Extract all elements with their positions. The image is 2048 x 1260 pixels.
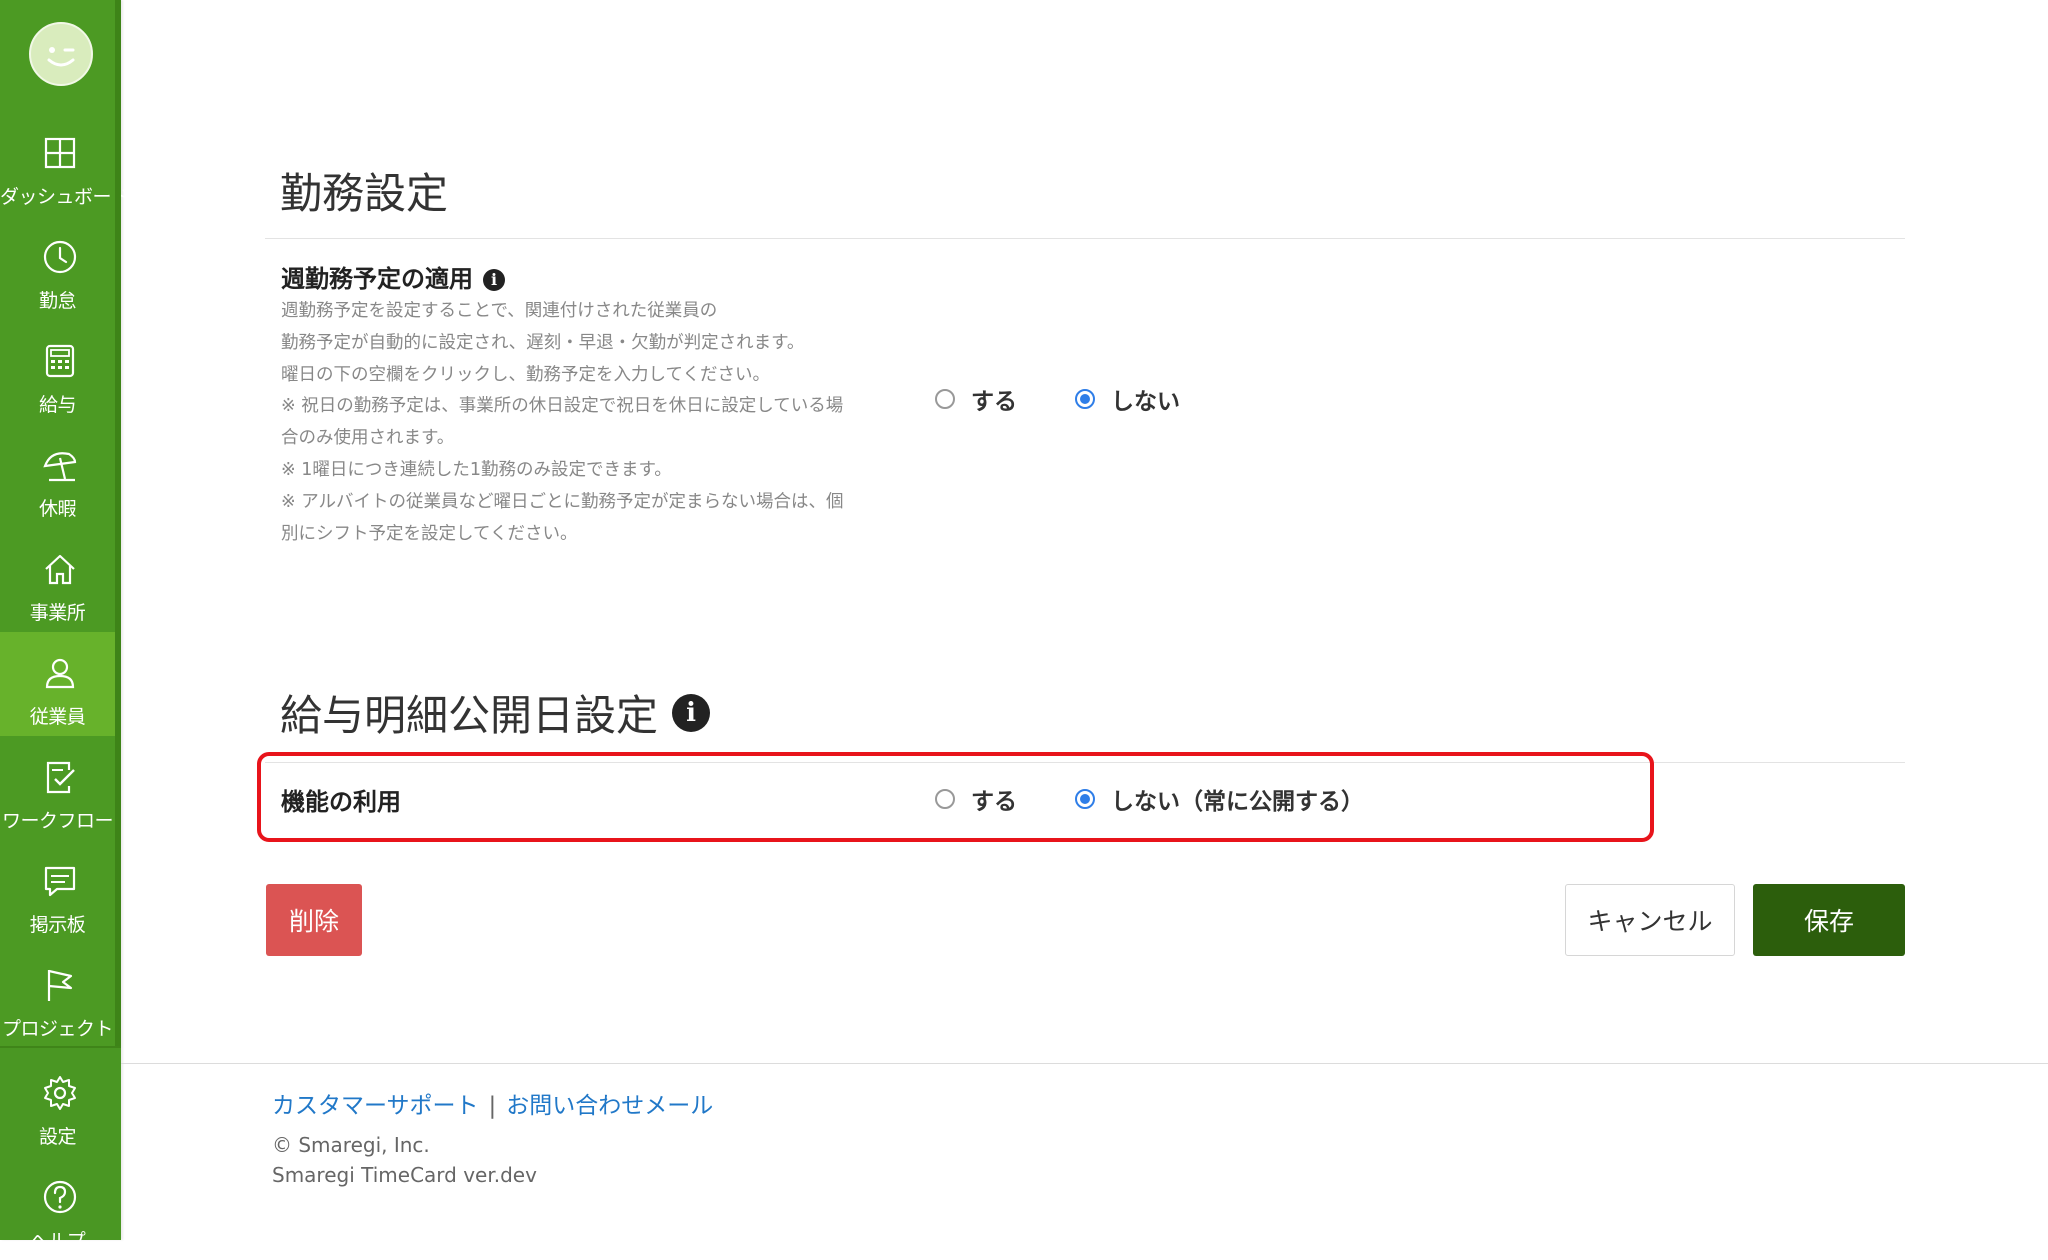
work-settings-title: 勤務設定 bbox=[280, 169, 449, 218]
main-content: 勤務設定 週勤務予定の適用 i 週勤務予定を設定することで、関連付けされた従業員の… bbox=[121, 0, 2048, 1240]
delete-button[interactable]: 削除 bbox=[266, 884, 362, 956]
sidebar-item-label: ダッシュボード bbox=[0, 186, 130, 208]
save-button[interactable]: 保存 bbox=[1753, 884, 1905, 956]
sidebar-item-office[interactable]: 事業所 bbox=[0, 528, 115, 632]
description-line: ※ 祝日の勤務予定は、事業所の休日設定で祝日を休日に設定している場 bbox=[281, 396, 844, 417]
description-line: 別にシフト予定を設定してください。 bbox=[281, 523, 578, 544]
feature-use-no-radio[interactable] bbox=[1075, 789, 1095, 809]
sidebar-item-project[interactable]: プロジェクト bbox=[0, 944, 115, 1048]
weekly-schedule-label: 週勤務予定の適用 i bbox=[281, 259, 505, 294]
copyright-text: © Smaregi, Inc. bbox=[272, 1133, 430, 1157]
sidebar-item-label: プロジェクト bbox=[1, 1018, 114, 1040]
customer-support-link[interactable]: カスタマーサポート bbox=[272, 1093, 479, 1119]
feature-use-yes-label[interactable]: する bbox=[971, 782, 1017, 816]
sidebar-item-settings[interactable]: 設定 bbox=[0, 1052, 115, 1156]
grid-icon bbox=[44, 137, 76, 169]
sidebar-item-label: 休暇 bbox=[38, 498, 77, 520]
feature-use-label: 機能の利用 bbox=[281, 788, 401, 816]
description-line: ※ アルバイトの従業員など曜日ごとに勤務予定が定まらない場合は、個 bbox=[281, 491, 844, 512]
info-icon[interactable]: i bbox=[483, 269, 505, 291]
flag-icon bbox=[47, 969, 73, 1001]
sidebar-item-attendance[interactable]: 勤怠 bbox=[0, 216, 115, 320]
weekly-schedule-no-option[interactable]: しない bbox=[1075, 382, 1180, 416]
weekly-schedule-no-label[interactable]: しない bbox=[1111, 382, 1180, 416]
feature-use-no-option[interactable]: しない（常に公開する） bbox=[1075, 782, 1364, 816]
weekly-schedule-yes-radio[interactable] bbox=[935, 389, 955, 409]
calculator-icon bbox=[45, 344, 75, 378]
sidebar-item-leave[interactable]: 休暇 bbox=[0, 424, 115, 528]
info-icon[interactable]: i bbox=[672, 693, 711, 732]
weekly-schedule-no-radio[interactable] bbox=[1075, 389, 1095, 409]
cancel-button[interactable]: キャンセル bbox=[1565, 884, 1735, 956]
weekly-schedule-yes-option[interactable]: する bbox=[935, 382, 1017, 416]
sidebar-item-employees[interactable]: 従業員 bbox=[0, 632, 115, 736]
section-divider bbox=[265, 238, 1905, 239]
payslip-settings-title-text: 給与明細公開日設定 bbox=[280, 691, 659, 740]
sidebar-item-label: 設定 bbox=[38, 1126, 77, 1148]
sidebar-item-label: 掲示板 bbox=[29, 914, 86, 936]
weekly-schedule-description: 週勤務予定を設定することで、関連付けされた従業員の 勤務予定が自動的に設定され、… bbox=[281, 296, 921, 550]
sidebar-item-workflow[interactable]: ワークフロー bbox=[0, 736, 115, 840]
question-icon bbox=[43, 1180, 77, 1214]
feature-use-yes-radio[interactable] bbox=[935, 789, 955, 809]
description-line: 合のみ使用されます。 bbox=[281, 428, 455, 449]
sidebar-item-dashboard[interactable]: ダッシュボード bbox=[0, 112, 130, 216]
feature-use-yes-option[interactable]: する bbox=[935, 782, 1017, 816]
sidebar-item-help[interactable]: ヘルプ bbox=[0, 1156, 115, 1260]
description-line: ※ 1曜日につき連続した1勤務のみ設定できます。 bbox=[281, 459, 672, 480]
checklist-icon bbox=[46, 761, 75, 794]
sidebar-item-label: 事業所 bbox=[29, 602, 86, 624]
sidebar-item-board[interactable]: 掲示板 bbox=[0, 840, 115, 944]
gear-icon bbox=[44, 1076, 76, 1110]
description-line: 曜日の下の空欄をクリックし、勤務予定を入力してください。 bbox=[281, 364, 770, 385]
sidebar-item-label: 従業員 bbox=[29, 706, 86, 728]
chat-icon bbox=[44, 866, 76, 897]
sidebar-item-payroll[interactable]: 給与 bbox=[0, 320, 115, 424]
weekly-schedule-yes-label[interactable]: する bbox=[971, 382, 1017, 416]
smiley-logo-icon[interactable] bbox=[29, 22, 93, 86]
version-text: Smaregi TimeCard ver.dev bbox=[272, 1163, 537, 1187]
footer-divider bbox=[121, 1063, 2048, 1064]
contact-mail-link[interactable]: お問い合わせメール bbox=[506, 1093, 713, 1119]
person-icon bbox=[45, 658, 75, 689]
sidebar-item-label: 給与 bbox=[38, 394, 77, 416]
sidebar: ダッシュボード 勤怠 給与 休暇 事業所 従業員 ワークフロー 掲示板 プロジェ… bbox=[0, 0, 130, 1252]
sidebar-item-label: ワークフロー bbox=[1, 810, 114, 832]
footer-meta: © Smaregi, Inc. Smaregi TimeCard ver.dev bbox=[272, 1130, 713, 1190]
sidebar-item-label: 勤怠 bbox=[38, 290, 77, 312]
weekly-schedule-label-text: 週勤務予定の適用 bbox=[281, 265, 473, 293]
payslip-settings-title: 給与明細公開日設定 i bbox=[280, 682, 711, 743]
clock-icon bbox=[43, 240, 77, 274]
description-line: 週勤務予定を設定することで、関連付けされた従業員の bbox=[281, 301, 718, 321]
footer-links: カスタマーサポート | お問い合わせメール bbox=[272, 1086, 713, 1120]
footer: カスタマーサポート | お問い合わせメール © Smaregi, Inc. Smar… bbox=[272, 1086, 713, 1190]
feature-use-no-label[interactable]: しない（常に公開する） bbox=[1111, 782, 1364, 816]
footer-separator: | bbox=[488, 1093, 497, 1119]
description-line: 勤務予定が自動的に設定され、遅刻・早退・欠勤が判定されます。 bbox=[281, 332, 805, 353]
beach-umbrella-icon bbox=[43, 452, 77, 482]
home-icon bbox=[45, 554, 75, 585]
